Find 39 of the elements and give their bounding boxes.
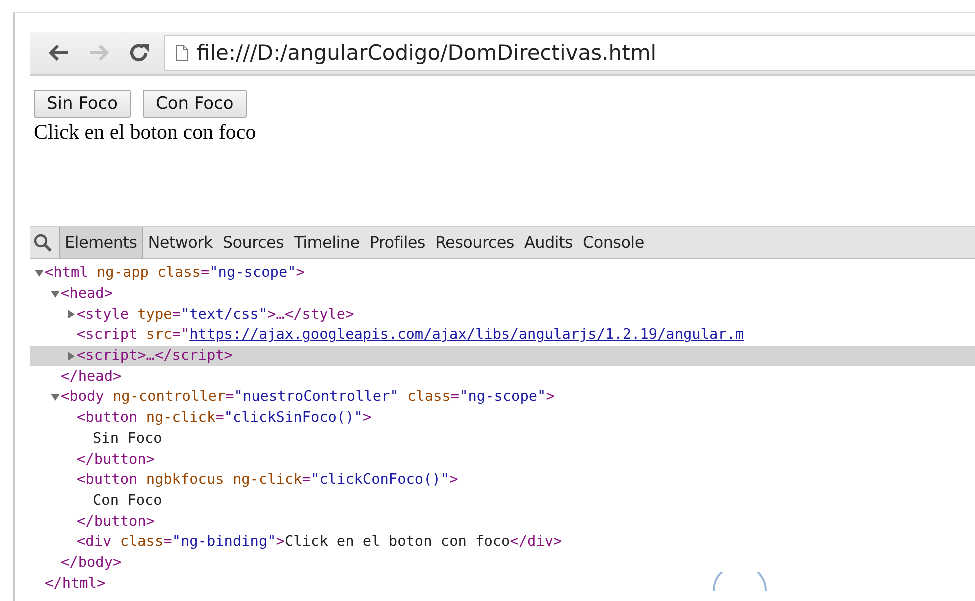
back-icon[interactable] <box>48 44 70 62</box>
code-line: <div class="ng-binding">Click en el boton con foco</div> <box>77 534 562 550</box>
search-icon[interactable] <box>33 232 53 252</box>
code-line: <script src="https://ajax.googleapis.com/ajax/libs/angularjs/1.2.19/angular.m <box>77 327 744 344</box>
devtools-tab[interactable]: Timeline <box>289 227 365 258</box>
code-line: Con Foco <box>93 492 162 509</box>
reload-icon[interactable] <box>128 42 150 64</box>
code-line: <script>…</script> <box>77 348 233 364</box>
message-text: Click en el boton con foco <box>34 120 256 145</box>
code-line: <style type="text/css">…</style> <box>77 306 354 323</box>
code-line: <html ng-app class="ng-scope"> <box>45 265 305 282</box>
page-button[interactable]: Sin Foco <box>34 90 132 118</box>
page-icon <box>175 44 189 62</box>
code-line: </head> <box>61 368 122 385</box>
expanded-triangle-icon[interactable] <box>50 290 60 299</box>
spinner-icon <box>712 572 768 592</box>
devtools-tab[interactable]: Elements <box>59 227 144 258</box>
code-line: <head> <box>61 286 113 302</box>
address-field[interactable]: file:///D:/angularCodigo/DomDirectivas.html <box>164 35 975 71</box>
code-line: <body ng-controller="nuestroController" class="ng-scope"> <box>61 389 555 406</box>
page-button[interactable]: Con Foco <box>143 90 247 118</box>
link[interactable]: https://ajax.googleapis.com/ajax/libs/angularjs/1.2.19/angular.m <box>190 327 744 344</box>
code-line: </html> <box>45 576 106 592</box>
collapsed-triangle-icon[interactable] <box>66 310 76 320</box>
code-line: </body> <box>61 554 122 571</box>
devtools-tab[interactable]: Profiles <box>364 227 430 258</box>
expanded-triangle-icon[interactable] <box>34 268 44 278</box>
devtools-tab[interactable]: Sources <box>218 227 290 258</box>
devtools-tab[interactable]: Network <box>143 227 218 258</box>
devtools-tab[interactable]: Audits <box>519 227 578 258</box>
devtools-tab[interactable]: Resources <box>430 227 520 258</box>
code-line: <button ng-click="clickSinFoco()"> <box>77 410 372 426</box>
code-line: </button> <box>77 452 155 468</box>
code-line: Sin Foco <box>93 430 162 447</box>
expanded-triangle-icon[interactable] <box>50 392 60 402</box>
code-line: </button> <box>77 514 155 530</box>
code-line: <button ngbkfocus ng-click="clickConFoco()"> <box>77 472 458 488</box>
collapsed-triangle-icon[interactable] <box>66 352 76 361</box>
devtools-tab[interactable]: Console <box>578 227 650 258</box>
